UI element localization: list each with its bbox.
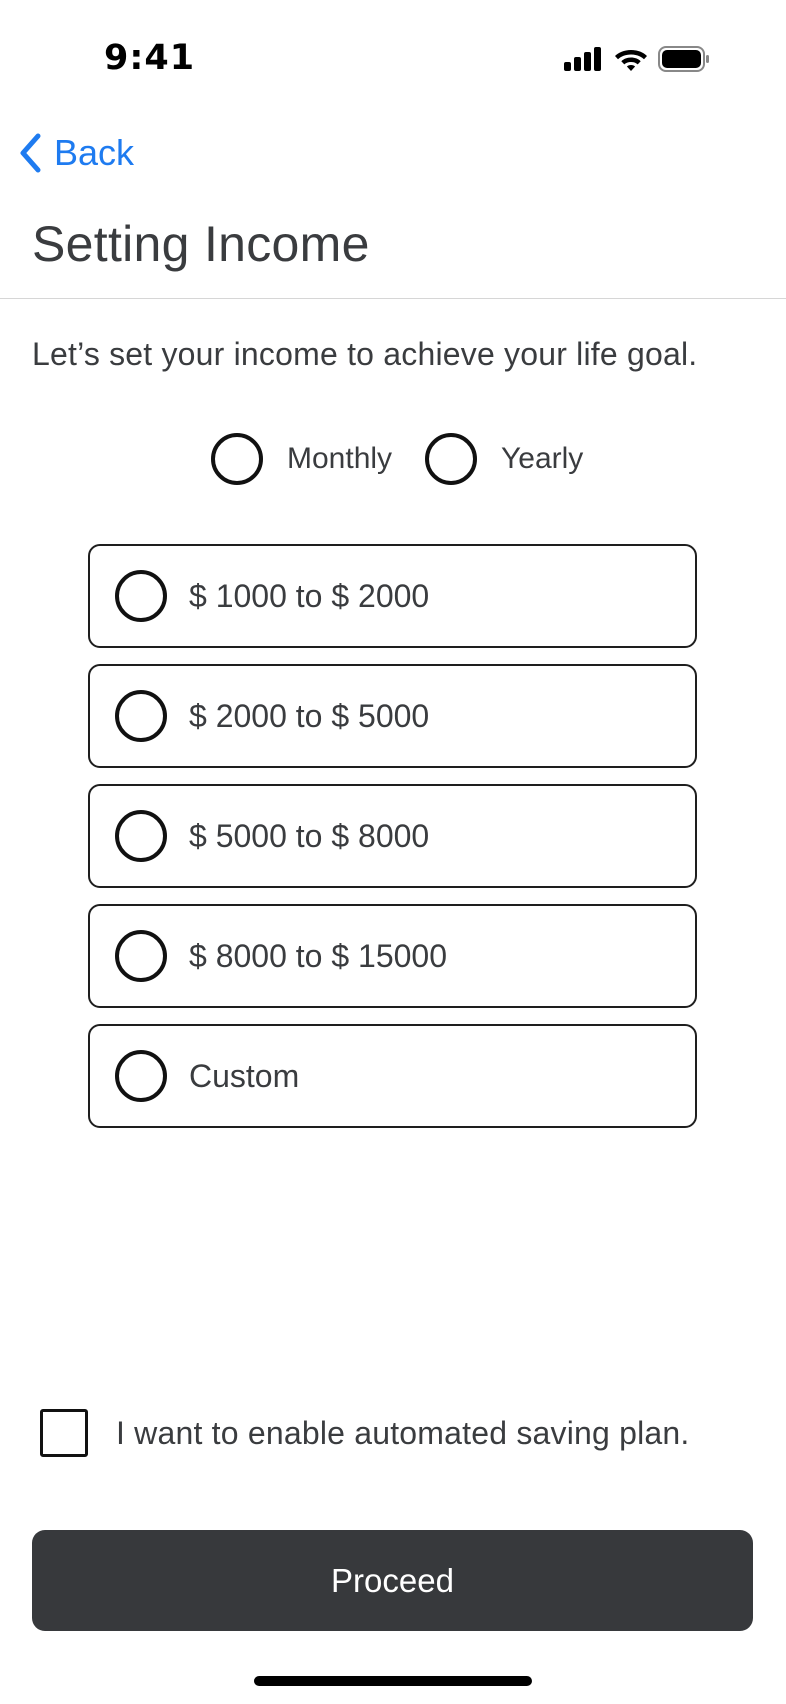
- income-option-5000-8000[interactable]: $ 5000 to $ 8000: [88, 784, 697, 888]
- automated-saving-checkbox[interactable]: I want to enable automated saving plan.: [40, 1409, 690, 1457]
- radio-circle-icon: [425, 433, 477, 485]
- checkbox-box: [40, 1409, 88, 1457]
- back-button[interactable]: Back: [18, 132, 134, 174]
- header-divider: [0, 298, 786, 299]
- income-option-2000-5000[interactable]: $ 2000 to $ 5000: [88, 664, 697, 768]
- home-indicator: [254, 1676, 532, 1686]
- income-option-label: $ 2000 to $ 5000: [189, 697, 430, 734]
- income-option-1000-2000[interactable]: $ 1000 to $ 2000: [88, 544, 697, 648]
- radio-circle-icon: [115, 690, 167, 742]
- income-option-custom[interactable]: Custom: [88, 1024, 697, 1128]
- radio-circle-icon: [115, 930, 167, 982]
- status-time: 9:41: [104, 38, 196, 78]
- income-option-label: $ 1000 to $ 2000: [189, 577, 430, 614]
- income-option-label: $ 8000 to $ 15000: [189, 937, 448, 974]
- cellular-signal-icon: [564, 47, 601, 71]
- period-yearly-label: Yearly: [501, 442, 584, 475]
- radio-circle-icon: [115, 1050, 167, 1102]
- setting-income-screen: 9:41 Back Setting Income Let’s set your …: [0, 0, 786, 1704]
- period-monthly-label: Monthly: [287, 442, 393, 475]
- period-monthly-radio[interactable]: Monthly: [211, 433, 392, 485]
- income-option-label: Custom: [189, 1057, 300, 1094]
- income-option-label: $ 5000 to $ 8000: [189, 817, 430, 854]
- battery-icon: [658, 46, 709, 72]
- period-yearly-radio[interactable]: Yearly: [425, 433, 583, 485]
- proceed-button[interactable]: Proceed: [32, 1530, 753, 1631]
- page-title: Setting Income: [32, 216, 370, 272]
- income-option-8000-15000[interactable]: $ 8000 to $ 15000: [88, 904, 697, 1008]
- wifi-icon: [615, 50, 647, 71]
- automated-saving-label: I want to enable automated saving plan.: [116, 1414, 690, 1451]
- chevron-left-icon: [20, 133, 41, 173]
- subtitle: Let’s set your income to achieve your li…: [32, 336, 698, 372]
- radio-circle-icon: [211, 433, 263, 485]
- radio-circle-icon: [115, 810, 167, 862]
- back-label: Back: [54, 132, 135, 173]
- status-icons: [564, 44, 710, 74]
- radio-circle-icon: [115, 570, 167, 622]
